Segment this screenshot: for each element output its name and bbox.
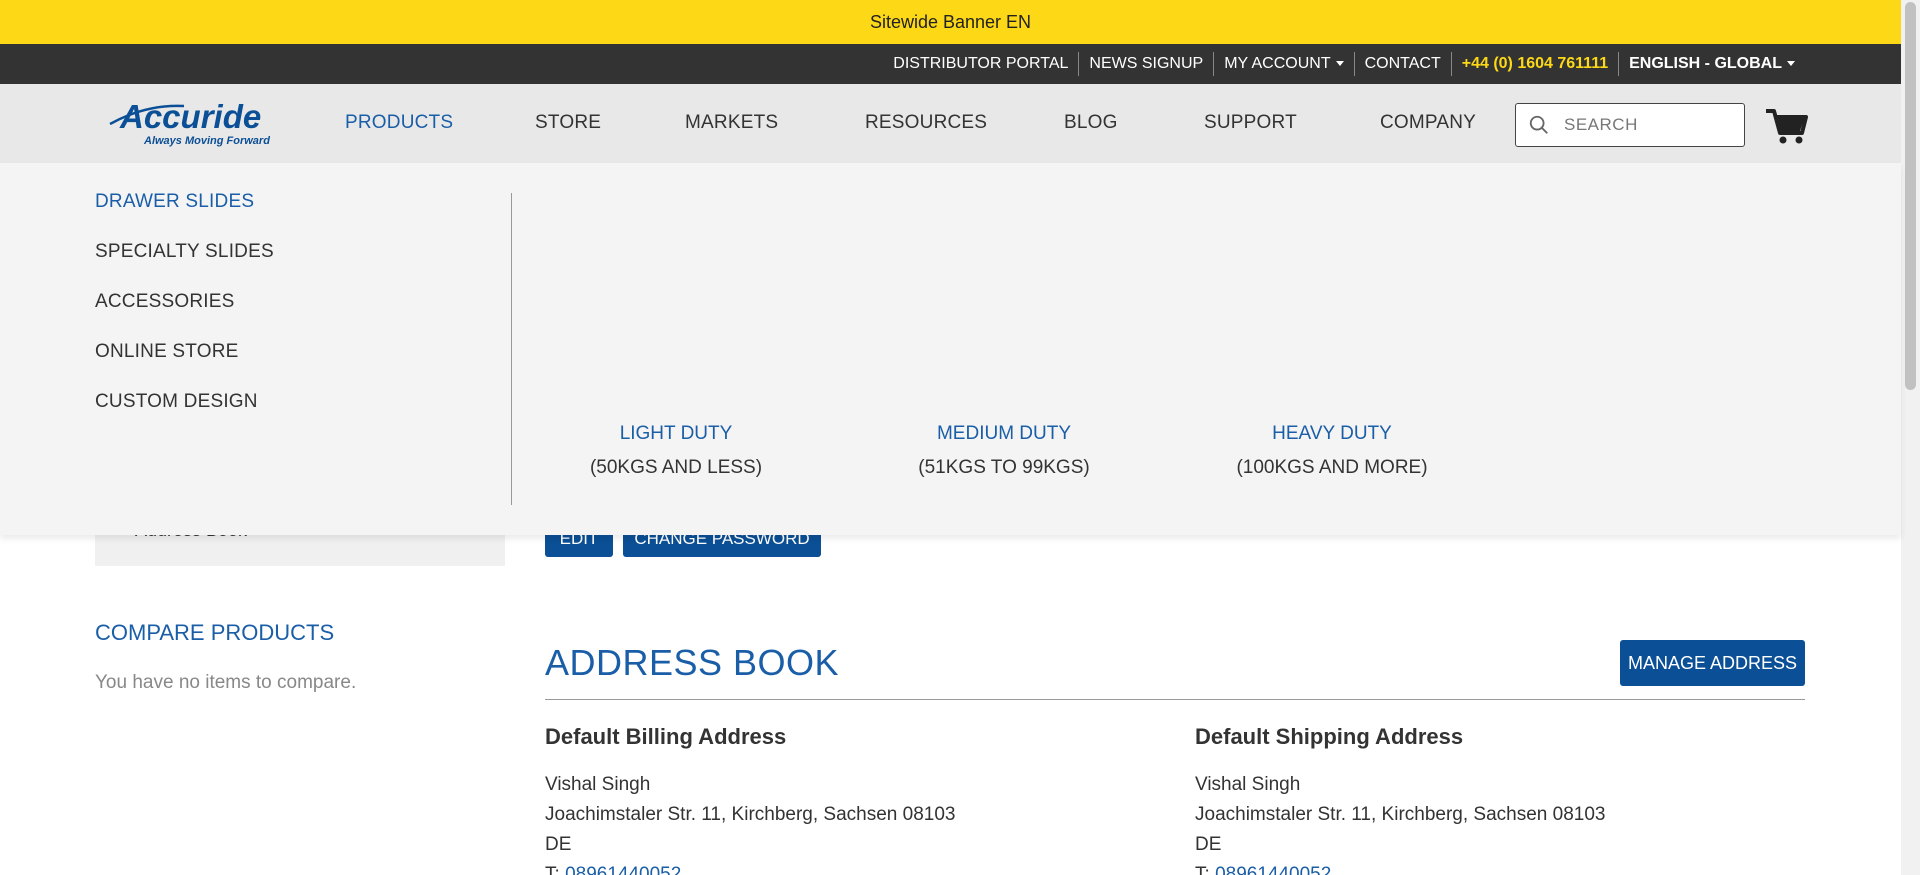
- billing-address: Default Billing Address Vishal Singh Joa…: [545, 724, 1105, 875]
- shipping-name: Vishal Singh: [1195, 774, 1301, 795]
- products-mega-menu: DRAWER SLIDES SPECIALTY SLIDES ACCESSORI…: [0, 163, 1901, 535]
- address-book-title: ADDRESS BOOK: [545, 642, 840, 683]
- compare-empty-text: You have no items to compare.: [95, 672, 357, 693]
- manage-address-button[interactable]: MANAGE ADDRESS: [1620, 640, 1805, 686]
- shipping-heading: Default Shipping Address: [1195, 724, 1464, 749]
- heavy-duty-title: HEAVY DUTY: [1272, 423, 1392, 444]
- nav-store[interactable]: STORE: [535, 112, 601, 134]
- compare-products-title: COMPARE PRODUCTS: [95, 620, 335, 645]
- shipping-street: Joachimstaler Str. 11, Kirchberg, Sachse…: [1195, 804, 1606, 825]
- heavy-duty-link[interactable]: HEAVY DUTY (100KGS AND MORE): [1202, 423, 1462, 479]
- light-duty-title: LIGHT DUTY: [619, 423, 733, 444]
- my-account-dropdown[interactable]: MY ACCOUNT: [1213, 52, 1353, 76]
- nav-resources[interactable]: RESOURCES: [865, 112, 987, 134]
- search-icon: [1529, 115, 1548, 134]
- chevron-down-icon: [1335, 61, 1344, 67]
- logo-tagline: Always Moving Forward: [143, 135, 270, 147]
- phone-link[interactable]: +44 (0) 1604 761111: [1450, 52, 1618, 76]
- billing-heading: Default Billing Address: [545, 724, 787, 749]
- utility-nav: DISTRIBUTOR PORTAL NEWS SIGNUP MY ACCOUN…: [0, 44, 1901, 84]
- mega-menu-divider: [511, 193, 512, 505]
- shipping-tel-prefix: T:: [1195, 864, 1210, 875]
- light-duty-range: (50KGS AND LESS): [589, 457, 763, 478]
- shipping-country: DE: [1195, 834, 1222, 855]
- news-signup-link[interactable]: NEWS SIGNUP: [1078, 52, 1213, 76]
- main-nav: Accuride Always Moving Forward PRODUCTS …: [0, 84, 1901, 163]
- menu-item-specialty-slides[interactable]: SPECIALTY SLIDES: [95, 241, 274, 291]
- search-input[interactable]: SEARCH: [1515, 103, 1745, 147]
- search-placeholder: SEARCH: [1564, 115, 1638, 134]
- logo-wordmark: Accuride: [119, 98, 261, 135]
- billing-tel-link[interactable]: 08961440052: [565, 864, 681, 875]
- scrollbar-thumb[interactable]: [1905, 2, 1916, 390]
- shipping-phone: T: 08961440052: [1195, 860, 1755, 875]
- menu-item-custom-design[interactable]: CUSTOM DESIGN: [95, 391, 274, 441]
- billing-tel-prefix: T:: [545, 864, 560, 875]
- shipping-tel-link[interactable]: 08961440052: [1215, 864, 1331, 875]
- my-account-label: MY ACCOUNT: [1224, 55, 1331, 72]
- nav-company[interactable]: COMPANY: [1380, 112, 1476, 134]
- language-label: ENGLISH - GLOBAL: [1629, 55, 1782, 72]
- menu-item-accessories[interactable]: ACCESSORIES: [95, 291, 274, 341]
- medium-duty-range: (51KGS TO 99KGS): [918, 457, 1090, 478]
- billing-name: Vishal Singh: [545, 774, 651, 795]
- billing-street: Joachimstaler Str. 11, Kirchberg, Sachse…: [545, 804, 956, 825]
- billing-country: DE: [545, 834, 572, 855]
- page-scrollbar[interactable]: [1901, 0, 1920, 875]
- banner-text: Sitewide Banner EN: [869, 11, 1032, 32]
- sitewide-banner: Sitewide Banner EN: [0, 0, 1901, 44]
- distributor-portal-link[interactable]: DISTRIBUTOR PORTAL: [883, 52, 1078, 76]
- menu-item-online-store[interactable]: ONLINE STORE: [95, 341, 274, 391]
- medium-duty-title: MEDIUM DUTY: [936, 423, 1072, 444]
- divider: [545, 699, 1805, 700]
- chevron-down-icon: [1787, 61, 1795, 67]
- heavy-duty-range: (100KGS AND MORE): [1236, 457, 1428, 478]
- light-duty-link[interactable]: LIGHT DUTY (50KGS AND LESS): [546, 423, 806, 479]
- medium-duty-link[interactable]: MEDIUM DUTY (51KGS TO 99KGS): [874, 423, 1134, 479]
- nav-blog[interactable]: BLOG: [1064, 112, 1118, 134]
- cart-icon[interactable]: [1764, 105, 1808, 145]
- mega-menu-categories: DRAWER SLIDES SPECIALTY SLIDES ACCESSORI…: [95, 191, 274, 441]
- language-dropdown[interactable]: ENGLISH - GLOBAL: [1618, 52, 1805, 76]
- shipping-address: Default Shipping Address Vishal Singh Jo…: [1195, 724, 1755, 875]
- nav-support[interactable]: SUPPORT: [1204, 112, 1297, 134]
- contact-link[interactable]: CONTACT: [1353, 52, 1451, 76]
- billing-phone: T: 08961440052: [545, 860, 1105, 875]
- accuride-logo[interactable]: Accuride Always Moving Forward: [106, 98, 291, 150]
- nav-markets[interactable]: MARKETS: [685, 112, 778, 134]
- nav-products[interactable]: PRODUCTS: [345, 112, 453, 134]
- menu-item-drawer-slides[interactable]: DRAWER SLIDES: [95, 191, 274, 241]
- logo-graphic: Accuride Always Moving Forward: [109, 98, 270, 147]
